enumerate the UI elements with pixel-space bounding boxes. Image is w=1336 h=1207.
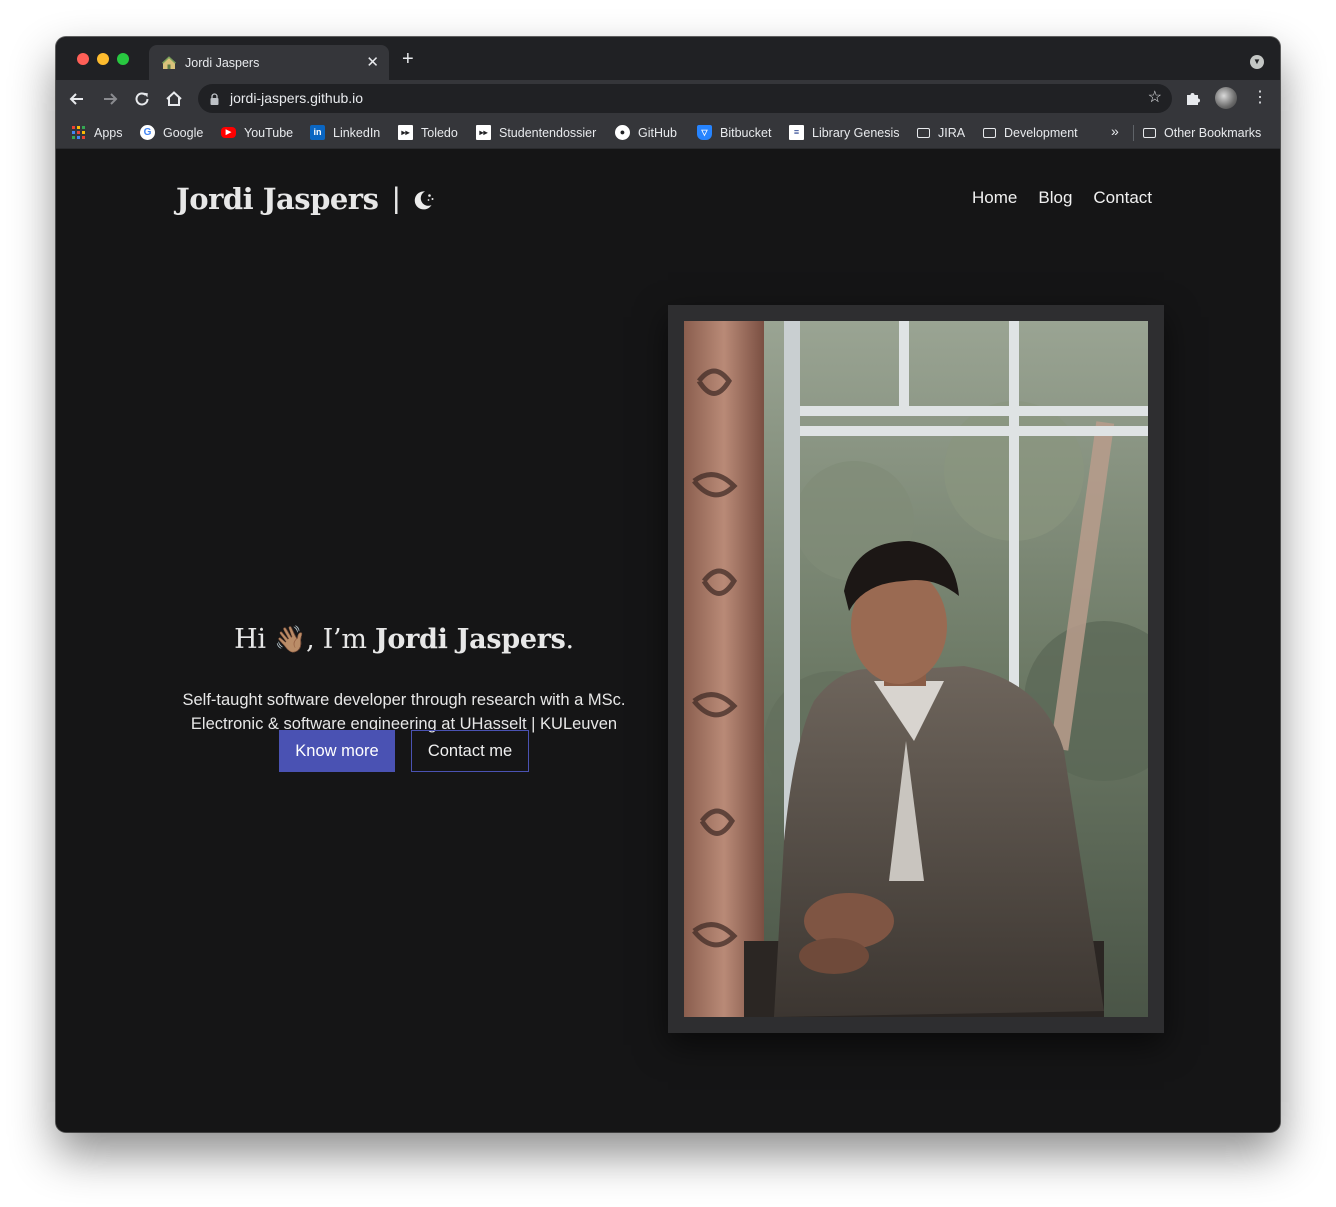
maximize-window-button[interactable] — [117, 53, 129, 65]
folder-icon — [983, 127, 996, 138]
forward-arrow-icon[interactable] — [99, 88, 121, 110]
bookmark-linkedin[interactable]: in LinkedIn — [310, 124, 380, 141]
toledo-icon: ▸▸ — [398, 125, 413, 140]
home-icon[interactable] — [163, 88, 185, 110]
tab-search-button[interactable]: ▼ — [1250, 55, 1264, 69]
back-arrow-icon[interactable] — [66, 88, 88, 110]
bookmark-label: LinkedIn — [333, 125, 381, 140]
waving-hand-icon: 👋🏽 — [274, 625, 307, 655]
bookmarks-divider — [1133, 125, 1134, 141]
profile-avatar[interactable] — [1215, 87, 1237, 109]
new-tab-button[interactable]: + — [402, 49, 414, 69]
google-icon: G — [140, 125, 155, 140]
bookmark-label: Apps — [94, 125, 123, 140]
bookmark-label: Library Genesis — [812, 125, 900, 140]
library-icon: ≡ — [789, 125, 804, 140]
bookmark-label: Other Bookmarks — [1164, 125, 1262, 140]
bookmark-jira[interactable]: JIRA — [917, 124, 965, 141]
bitbucket-icon: ▽ — [697, 125, 712, 140]
bookmark-label: Development — [1004, 125, 1078, 140]
extensions-puzzle-icon[interactable] — [1184, 89, 1202, 107]
url-text[interactable]: jordi-jaspers.github.io — [230, 90, 363, 107]
bookmark-label: Google — [163, 125, 204, 140]
address-bar[interactable]: jordi-jaspers.github.io ☆ — [198, 84, 1172, 113]
bookmark-github[interactable]: ● GitHub — [615, 124, 677, 141]
hero-period: . — [565, 624, 575, 655]
apps-grid-icon — [71, 125, 86, 140]
bookmark-bitbucket[interactable]: ▽ Bitbucket — [697, 124, 771, 141]
nav-contact-link[interactable]: Contact — [1093, 188, 1152, 208]
bookmark-development[interactable]: Development — [983, 124, 1078, 141]
dark-mode-toggle-icon[interactable] — [410, 186, 436, 212]
hero-greeting: Hi — [234, 624, 266, 655]
browser-window: Jordi Jaspers ✕ + ▼ jordi-jaspers.github… — [56, 37, 1280, 1132]
github-icon: ● — [615, 125, 630, 140]
browser-toolbar: jordi-jaspers.github.io ☆ ⋮ — [56, 80, 1280, 117]
portrait-photo — [684, 321, 1148, 1017]
bookmark-label: Toledo — [421, 125, 458, 140]
hero-heading: Hi 👋🏽, I’m Jordi Jaspers. — [56, 624, 752, 655]
reload-icon[interactable] — [131, 88, 153, 110]
minimize-window-button[interactable] — [97, 53, 109, 65]
nav-blog-link[interactable]: Blog — [1038, 188, 1072, 208]
tab-strip: Jordi Jaspers ✕ + ▼ — [56, 37, 1280, 80]
folder-icon — [1143, 127, 1156, 138]
bookmark-apps[interactable]: Apps — [71, 124, 123, 141]
bookmark-library-genesis[interactable]: ≡ Library Genesis — [789, 124, 900, 141]
tab-title: Jordi Jaspers — [185, 56, 260, 70]
bookmark-other-bookmarks[interactable]: Other Bookmarks — [1143, 124, 1261, 141]
house-icon — [161, 55, 177, 71]
bookmark-youtube[interactable]: ▶ YouTube — [221, 124, 293, 141]
brand-divider: | — [392, 182, 400, 215]
linkedin-icon: in — [310, 125, 325, 140]
hero-subtitle: Self-taught software developer through r… — [56, 688, 752, 736]
web-page: Jordi Jaspers | Home Blog Contact Hi 👋🏽,… — [56, 149, 1280, 1132]
nav-home-link[interactable]: Home — [972, 188, 1017, 208]
bookmark-label: Bitbucket — [720, 125, 772, 140]
toledo-icon: ▸▸ — [476, 125, 491, 140]
bookmark-toledo[interactable]: ▸▸ Toledo — [398, 124, 458, 141]
bookmark-label: Studentendossier — [499, 125, 597, 140]
bookmark-label: YouTube — [244, 125, 294, 140]
bookmarks-overflow-button[interactable]: » — [1111, 123, 1119, 140]
site-brand[interactable]: Jordi Jaspers | — [176, 182, 436, 216]
bookmarks-bar: Apps G Google ▶ YouTube in LinkedIn ▸▸ T… — [56, 117, 1280, 149]
bookmark-star-icon[interactable]: ☆ — [1148, 89, 1162, 107]
bookmark-google[interactable]: G Google — [140, 124, 203, 141]
bookmark-label: JIRA — [938, 125, 966, 140]
hero-intro: , I’m — [306, 624, 367, 655]
browser-tab[interactable]: Jordi Jaspers ✕ — [149, 45, 389, 80]
more-menu-icon[interactable]: ⋮ — [1252, 88, 1268, 108]
close-window-button[interactable] — [77, 53, 89, 65]
know-more-button[interactable]: Know more — [279, 730, 395, 772]
close-tab-icon[interactable]: ✕ — [366, 53, 379, 73]
lock-icon[interactable] — [210, 92, 219, 105]
site-title[interactable]: Jordi Jaspers — [176, 182, 379, 216]
contact-me-button[interactable]: Contact me — [411, 730, 529, 772]
hero-subtitle-line: Electronic & software engineering at UHa… — [190, 715, 618, 733]
folder-icon — [917, 127, 930, 138]
bookmark-label: GitHub — [638, 125, 677, 140]
youtube-icon: ▶ — [221, 127, 236, 138]
bookmark-studentendossier[interactable]: ▸▸ Studentendossier — [476, 124, 596, 141]
hero-subtitle-line: Self-taught software developer through r… — [182, 691, 626, 709]
portrait-frame — [668, 305, 1164, 1033]
hero-name: Jordi Jaspers — [374, 624, 566, 655]
main-nav: Home Blog Contact — [972, 188, 1152, 208]
